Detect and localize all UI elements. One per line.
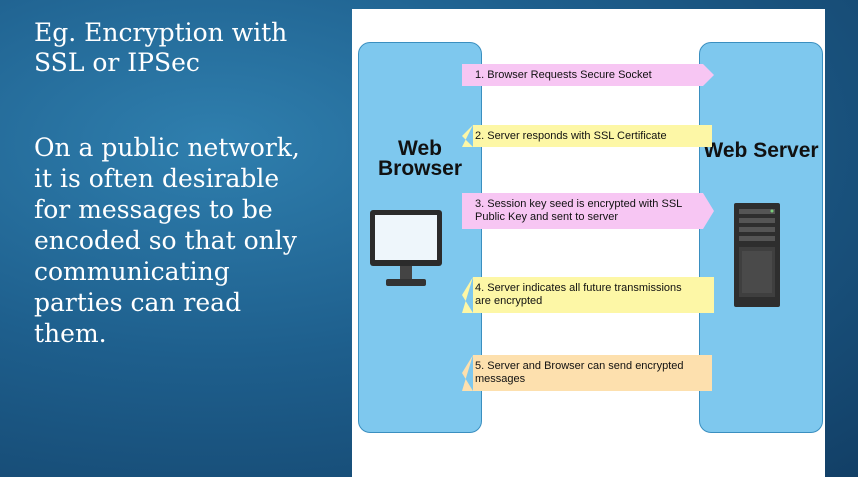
step-1-arrow: 1. Browser Requests Secure Socket bbox=[462, 64, 714, 86]
step-1-text: 1. Browser Requests Secure Socket bbox=[475, 69, 652, 81]
monitor-icon bbox=[370, 210, 442, 286]
server-tower-icon bbox=[734, 203, 780, 307]
web-browser-label: Web Browser bbox=[377, 137, 463, 180]
slide-body-text: On a public network, it is often desirab… bbox=[34, 133, 300, 348]
step-5-text: 5. Server and Browser can send encrypted… bbox=[475, 360, 684, 385]
step-4-text: 4. Server indicates all future transmiss… bbox=[475, 282, 682, 307]
step-2-arrow: 2. Server responds with SSL Certificate bbox=[462, 125, 712, 147]
step-3-text: 3. Session key seed is encrypted with SS… bbox=[475, 198, 682, 223]
slide-heading: Eg. Encryption with SSL or IPSec bbox=[34, 18, 288, 77]
step-2-text: 2. Server responds with SSL Certificate bbox=[475, 130, 667, 142]
step-3-arrow: 3. Session key seed is encrypted with SS… bbox=[462, 193, 714, 229]
step-5-arrow: 5. Server and Browser can send encrypted… bbox=[462, 355, 712, 391]
step-4-arrow: 4. Server indicates all future transmiss… bbox=[462, 277, 714, 313]
web-server-label: Web Server bbox=[703, 139, 819, 162]
